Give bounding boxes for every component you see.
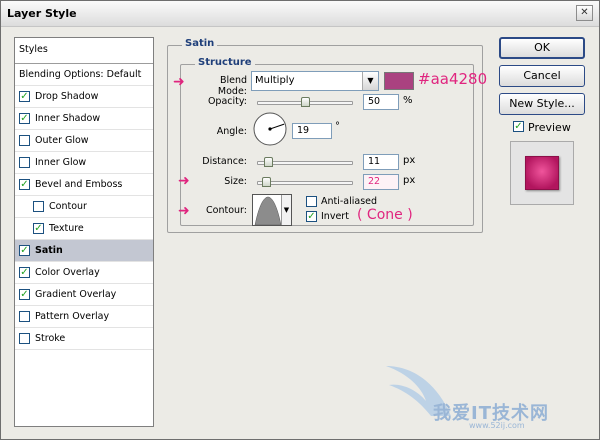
style-checkbox[interactable] xyxy=(19,135,30,146)
anti-aliased-checkbox[interactable] xyxy=(306,196,317,207)
style-item-texture[interactable]: ✓ Texture xyxy=(15,218,153,240)
opacity-slider-thumb[interactable] xyxy=(301,97,310,107)
invert-checkbox[interactable]: ✓ xyxy=(306,211,317,222)
distance-label: Distance: xyxy=(202,156,247,167)
size-slider-track[interactable] xyxy=(257,181,353,185)
style-checkbox[interactable] xyxy=(33,201,44,212)
style-item-label: Inner Glow xyxy=(35,157,87,168)
cancel-button[interactable]: Cancel xyxy=(499,65,585,87)
style-checkbox[interactable] xyxy=(19,311,30,322)
angle-unit: ° xyxy=(335,121,340,132)
style-item-drop-shadow[interactable]: ✓ Drop Shadow xyxy=(15,86,153,108)
style-checkbox[interactable]: ✓ xyxy=(19,91,30,102)
satin-group-title: Satin xyxy=(182,38,218,49)
style-checkbox[interactable]: ✓ xyxy=(19,245,30,256)
structure-group-title: Structure xyxy=(195,57,255,68)
style-item-blending-options-default[interactable]: Blending Options: Default xyxy=(15,64,153,86)
style-item-label: Pattern Overlay xyxy=(35,311,110,322)
anti-aliased-label: Anti-aliased xyxy=(321,196,378,207)
opacity-input[interactable]: 50 xyxy=(363,94,399,110)
distance-unit: px xyxy=(403,155,416,166)
style-item-gradient-overlay[interactable]: ✓ Gradient Overlay xyxy=(15,284,153,306)
ok-button[interactable]: OK xyxy=(499,37,585,59)
style-item-stroke[interactable]: Stroke xyxy=(15,328,153,350)
color-annotation: #aa4280 xyxy=(418,70,488,88)
style-item-outer-glow[interactable]: Outer Glow xyxy=(15,130,153,152)
style-item-label: Color Overlay xyxy=(35,267,100,278)
new-style-button[interactable]: New Style... xyxy=(499,93,585,115)
size-slider-thumb[interactable] xyxy=(261,177,271,187)
close-button[interactable]: ✕ xyxy=(576,5,593,21)
chevron-down-icon[interactable]: ▼ xyxy=(281,195,291,225)
style-item-inner-glow[interactable]: Inner Glow xyxy=(15,152,153,174)
style-item-label: Gradient Overlay xyxy=(35,289,117,300)
style-item-pattern-overlay[interactable]: Pattern Overlay xyxy=(15,306,153,328)
style-item-label: Satin xyxy=(35,245,63,256)
opacity-label: Opacity: xyxy=(207,96,247,107)
style-checkbox[interactable] xyxy=(19,157,30,168)
blend-mode-label: Blend Mode: xyxy=(217,75,247,97)
blend-mode-select[interactable]: Multiply ▼ xyxy=(251,71,379,91)
window-title: Layer Style xyxy=(7,7,77,20)
contour-annotation: ( Cone ) xyxy=(357,207,413,223)
style-checkbox[interactable]: ✓ xyxy=(19,289,30,300)
style-item-label: Contour xyxy=(49,201,87,212)
styles-list: Styles Blending Options: Default ✓ Drop Sh… xyxy=(14,37,154,427)
blend-mode-value: Multiply xyxy=(255,75,295,86)
preview-square xyxy=(525,156,559,190)
style-checkbox[interactable]: ✓ xyxy=(19,267,30,278)
style-item-inner-shadow[interactable]: ✓ Inner Shadow xyxy=(15,108,153,130)
preview-label: Preview xyxy=(528,121,571,134)
style-checkbox[interactable]: ✓ xyxy=(19,179,30,190)
style-item-label: Texture xyxy=(49,223,84,234)
style-item-color-overlay[interactable]: ✓ Color Overlay xyxy=(15,262,153,284)
preview-thumbnail xyxy=(510,141,574,205)
size-label: Size: xyxy=(224,176,247,187)
style-item-label: Inner Shadow xyxy=(35,113,101,124)
size-input[interactable]: 22 xyxy=(363,174,399,190)
angle-input[interactable]: 19 xyxy=(292,123,332,139)
angle-dial[interactable] xyxy=(252,111,288,147)
annotation-arrow-contour: ➜ xyxy=(178,203,190,219)
style-checkbox[interactable]: ✓ xyxy=(19,113,30,124)
invert-label: Invert xyxy=(321,211,349,222)
blend-color-swatch[interactable] xyxy=(384,72,414,90)
opacity-unit: % xyxy=(403,95,413,106)
annotation-arrow-size: ➜ xyxy=(178,173,190,189)
distance-input[interactable]: 11 xyxy=(363,154,399,170)
watermark-url: www.52ij.com xyxy=(469,421,525,430)
preview-checkbox[interactable]: ✓ xyxy=(513,121,524,132)
style-checkbox[interactable] xyxy=(19,333,30,344)
style-item-label: Bevel and Emboss xyxy=(35,179,123,190)
contour-picker[interactable]: ▼ xyxy=(252,194,292,226)
chevron-down-icon[interactable]: ▼ xyxy=(362,72,378,90)
distance-slider-thumb[interactable] xyxy=(263,157,273,167)
style-item-label: Drop Shadow xyxy=(35,91,99,102)
angle-label: Angle: xyxy=(216,126,247,137)
size-unit: px xyxy=(403,175,416,186)
layer-style-dialog: Layer Style ✕ Styles Blending Options: D… xyxy=(0,0,600,440)
contour-label: Contour: xyxy=(206,205,247,216)
style-item-label: Outer Glow xyxy=(35,135,89,146)
annotation-arrow-blend: ➜ xyxy=(173,74,185,90)
style-item-label: Stroke xyxy=(35,333,66,344)
style-item-label: Blending Options: Default xyxy=(19,69,142,80)
style-item-bevel-and-emboss[interactable]: ✓ Bevel and Emboss xyxy=(15,174,153,196)
cone-contour-icon xyxy=(254,196,282,225)
style-checkbox[interactable]: ✓ xyxy=(33,223,44,234)
title-bar[interactable]: Layer Style ✕ xyxy=(1,1,599,27)
styles-header[interactable]: Styles xyxy=(15,38,153,64)
style-item-satin[interactable]: ✓ Satin xyxy=(15,240,153,262)
style-item-contour[interactable]: Contour xyxy=(15,196,153,218)
